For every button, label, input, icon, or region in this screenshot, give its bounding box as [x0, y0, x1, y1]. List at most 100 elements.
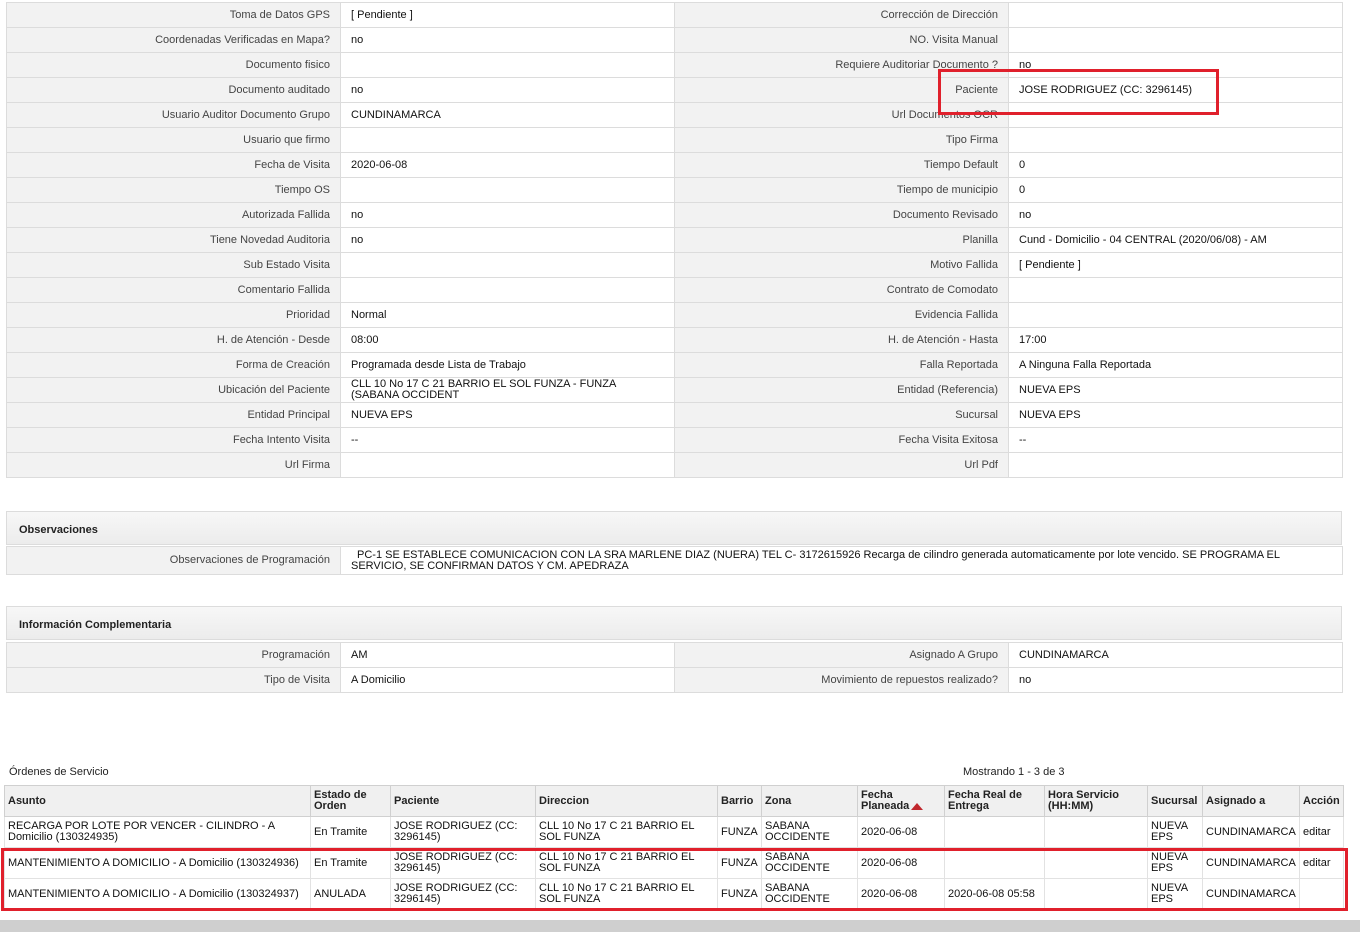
field-label: Tiempo OS	[6, 177, 341, 203]
order-cell-direccion: CLL 10 No 17 C 21 BARRIO EL SOL FUNZA	[535, 847, 718, 879]
observaciones-value: PC-1 SE ESTABLECE COMUNICACION CON LA SR…	[340, 546, 1343, 575]
field-value	[340, 127, 675, 153]
field-label: Motivo Fallida	[674, 252, 1009, 278]
order-cell-hora	[1044, 878, 1148, 910]
col-zona[interactable]: Zona	[761, 785, 858, 817]
field-value: no	[340, 202, 675, 228]
field-label: Corrección de Dirección	[674, 2, 1009, 28]
field-value: 0	[1008, 152, 1343, 178]
detail-row: Comentario Fallida Contrato de Comodato	[6, 277, 1343, 303]
ordenes-title: Órdenes de Servicio	[9, 766, 109, 778]
detail-row: H. de Atención - Desde 08:00 H. de Atenció…	[6, 327, 1343, 353]
field-label: NO. Visita Manual	[674, 27, 1009, 53]
field-value: --	[340, 427, 675, 453]
field-value: 2020-06-08	[340, 152, 675, 178]
order-row: MANTENIMIENTO A DOMICILIO - A Domicilio …	[4, 847, 1344, 879]
field-label: Entidad Principal	[6, 402, 341, 428]
field-label: Requiere Auditoriar Documento ?	[674, 52, 1009, 78]
detail-row: Entidad Principal NUEVA EPS Sucursal NUEVA …	[6, 402, 1343, 428]
field-label: Tiempo de municipio	[674, 177, 1009, 203]
field-value: no	[1008, 202, 1343, 228]
ordenes-table: Asunto Estado de Orden Paciente Direccio…	[4, 785, 1344, 910]
order-cell-asignado: CUNDINAMARCA	[1202, 847, 1300, 879]
order-cell-zona: SABANA OCCIDENTE	[761, 847, 858, 879]
field-label: Url Pdf	[674, 452, 1009, 478]
field-label: Forma de Creación	[6, 352, 341, 378]
field-label: Tiempo Default	[674, 152, 1009, 178]
field-value: 0	[1008, 177, 1343, 203]
order-cell-hora	[1044, 847, 1148, 879]
observaciones-text: PC-1 SE ESTABLECE COMUNICACION CON LA SR…	[351, 548, 1280, 572]
field-value	[340, 177, 675, 203]
order-cell-barrio: FUNZA	[717, 847, 762, 879]
field-value	[1008, 127, 1343, 153]
detail-row: Programación AM Asignado A Grupo CUNDINAMAR…	[6, 642, 1343, 668]
order-cell-accion[interactable]: editar	[1299, 816, 1344, 848]
detail-row: Coordenadas Verificadas en Mapa? no NO. Vi…	[6, 27, 1343, 53]
col-direccion[interactable]: Direccion	[535, 785, 718, 817]
col-hora[interactable]: Hora Servicio (HH:MM)	[1044, 785, 1148, 817]
detail-row: Ubicación del Paciente CLL 10 No 17 C 21 …	[6, 377, 1343, 403]
col-sucursal[interactable]: Sucursal	[1147, 785, 1203, 817]
order-cell-accion[interactable]	[1299, 878, 1344, 910]
col-asunto[interactable]: Asunto	[4, 785, 311, 817]
field-label: Documento Revisado	[674, 202, 1009, 228]
order-row: RECARGA POR LOTE POR VENCER - CILINDRO -…	[4, 816, 1344, 848]
field-label: Tiene Novedad Auditoria	[6, 227, 341, 253]
order-cell-asunto: MANTENIMIENTO A DOMICILIO - A Domicilio …	[4, 847, 311, 879]
observaciones-header: Observaciones	[6, 511, 1342, 545]
field-label: Ubicación del Paciente	[6, 377, 341, 403]
field-value: Programada desde Lista de Trabajo	[340, 352, 675, 378]
field-value: Normal	[340, 302, 675, 328]
col-paciente[interactable]: Paciente	[390, 785, 536, 817]
observaciones-label: Observaciones de Programación	[6, 546, 341, 575]
field-value	[340, 452, 675, 478]
field-label: Evidencia Fallida	[674, 302, 1009, 328]
order-cell-asignado: CUNDINAMARCA	[1202, 878, 1300, 910]
field-label: Prioridad	[6, 302, 341, 328]
field-value	[340, 277, 675, 303]
field-value: CUNDINAMARCA	[340, 102, 675, 128]
field-label: Fecha Visita Exitosa	[674, 427, 1009, 453]
field-label: Falla Reportada	[674, 352, 1009, 378]
field-label: Documento auditado	[6, 77, 341, 103]
field-label: Tipo Firma	[674, 127, 1009, 153]
col-fecha-planeada[interactable]: Fecha Planeada	[857, 785, 945, 817]
col-asignado[interactable]: Asignado a	[1202, 785, 1300, 817]
order-cell-zona: SABANA OCCIDENTE	[761, 816, 858, 848]
field-value: 08:00	[340, 327, 675, 353]
field-label: Sucursal	[674, 402, 1009, 428]
field-value: A Domicilio	[340, 667, 675, 693]
order-cell-barrio: FUNZA	[717, 878, 762, 910]
col-accion: Acción	[1299, 785, 1344, 817]
field-label: Entidad (Referencia)	[674, 377, 1009, 403]
visit-details-table: Toma de Datos GPS[ Pendiente ] Corrección…	[6, 2, 1343, 478]
col-barrio[interactable]: Barrio	[717, 785, 762, 817]
order-cell-paciente: JOSE RODRIGUEZ (CC: 3296145)	[390, 878, 536, 910]
order-cell-accion[interactable]: editar	[1299, 847, 1344, 879]
col-estado[interactable]: Estado de Orden	[310, 785, 391, 817]
order-cell-estado: En Tramite	[310, 847, 391, 879]
col-fecha-planeada-label: Fecha Planeada	[861, 789, 910, 812]
ordenes-pagination-info: Mostrando 1 - 3 de 3	[963, 766, 1065, 778]
detail-row: Documento auditado no Paciente JOSE RODRIGU…	[6, 77, 1343, 103]
col-fecha-real[interactable]: Fecha Real de Entrega	[944, 785, 1045, 817]
field-label: Sub Estado Visita	[6, 252, 341, 278]
field-label: Url Firma	[6, 452, 341, 478]
detail-row: Fecha Intento Visita -- Fecha Visita Exito…	[6, 427, 1343, 453]
field-label: Planilla	[674, 227, 1009, 253]
order-row: MANTENIMIENTO A DOMICILIO - A Domicilio …	[4, 878, 1344, 910]
field-label: Fecha Intento Visita	[6, 427, 341, 453]
field-value	[340, 52, 675, 78]
field-label: Tipo de Visita	[6, 667, 341, 693]
detail-row: Usuario Auditor Documento Grupo CUNDINAMA…	[6, 102, 1343, 128]
order-cell-asunto: RECARGA POR LOTE POR VENCER - CILINDRO -…	[4, 816, 311, 848]
horizontal-scrollbar[interactable]	[0, 920, 1360, 932]
order-cell-sucursal: NUEVA EPS	[1147, 816, 1203, 848]
field-value	[1008, 302, 1343, 328]
field-label: H. de Atención - Desde	[6, 327, 341, 353]
field-label: Toma de Datos GPS	[6, 2, 341, 28]
field-value	[1008, 27, 1343, 53]
field-value: no	[340, 27, 675, 53]
sort-desc-icon[interactable]	[911, 802, 924, 810]
